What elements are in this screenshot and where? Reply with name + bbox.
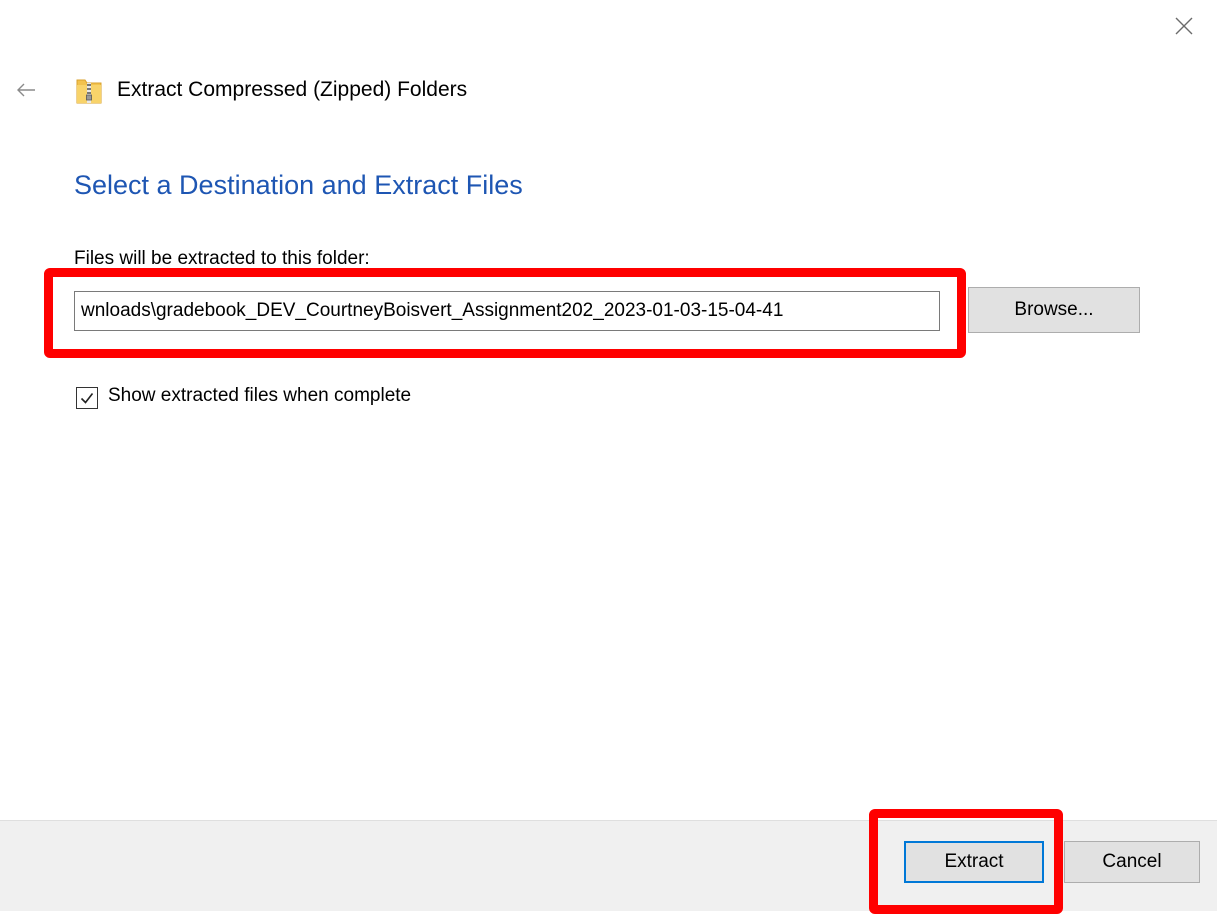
back-button[interactable] bbox=[8, 72, 44, 108]
browse-button[interactable]: Browse... bbox=[968, 287, 1140, 333]
destination-label: Files will be extracted to this folder: bbox=[74, 248, 370, 269]
cancel-button[interactable]: Cancel bbox=[1064, 841, 1200, 883]
close-icon bbox=[1175, 17, 1193, 35]
show-files-checkbox[interactable] bbox=[76, 387, 98, 409]
page-heading: Select a Destination and Extract Files bbox=[74, 170, 523, 200]
checkmark-icon bbox=[80, 393, 94, 404]
zip-folder-icon bbox=[76, 76, 102, 104]
extract-button[interactable]: Extract bbox=[904, 841, 1044, 883]
window-title: Extract Compressed (Zipped) Folders bbox=[117, 78, 468, 101]
back-arrow-icon bbox=[17, 83, 35, 97]
destination-path-input[interactable] bbox=[74, 291, 940, 331]
show-files-label[interactable]: Show extracted files when complete bbox=[108, 385, 411, 407]
close-button[interactable] bbox=[1162, 6, 1206, 46]
